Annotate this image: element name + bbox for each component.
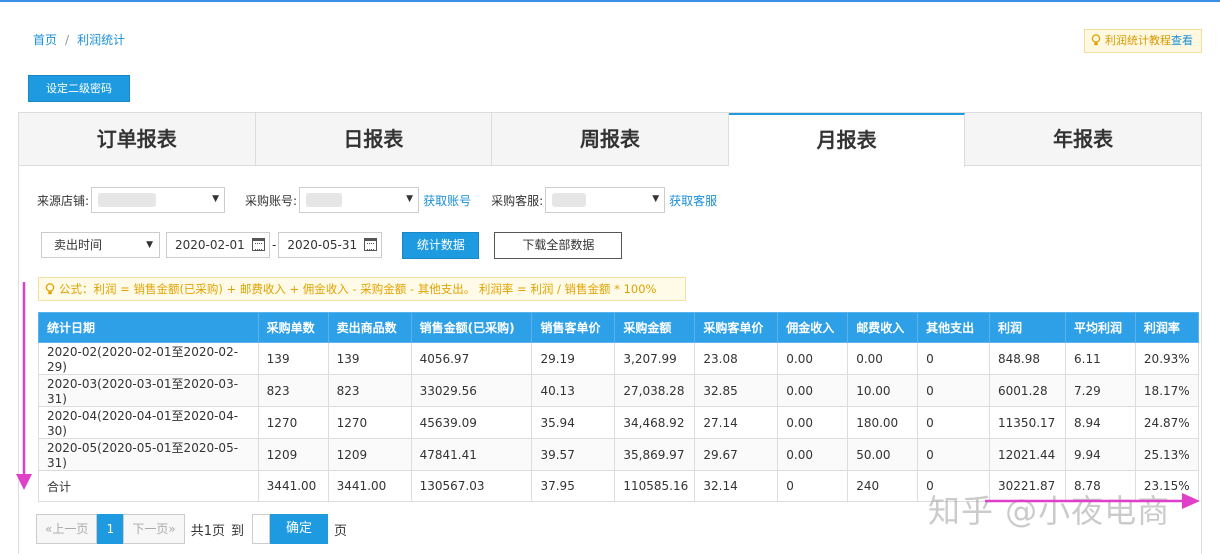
arrow-head-right-icon [1182, 493, 1200, 509]
annotation-arrows [16, 282, 1200, 509]
arrow-head-down-icon [16, 474, 32, 490]
